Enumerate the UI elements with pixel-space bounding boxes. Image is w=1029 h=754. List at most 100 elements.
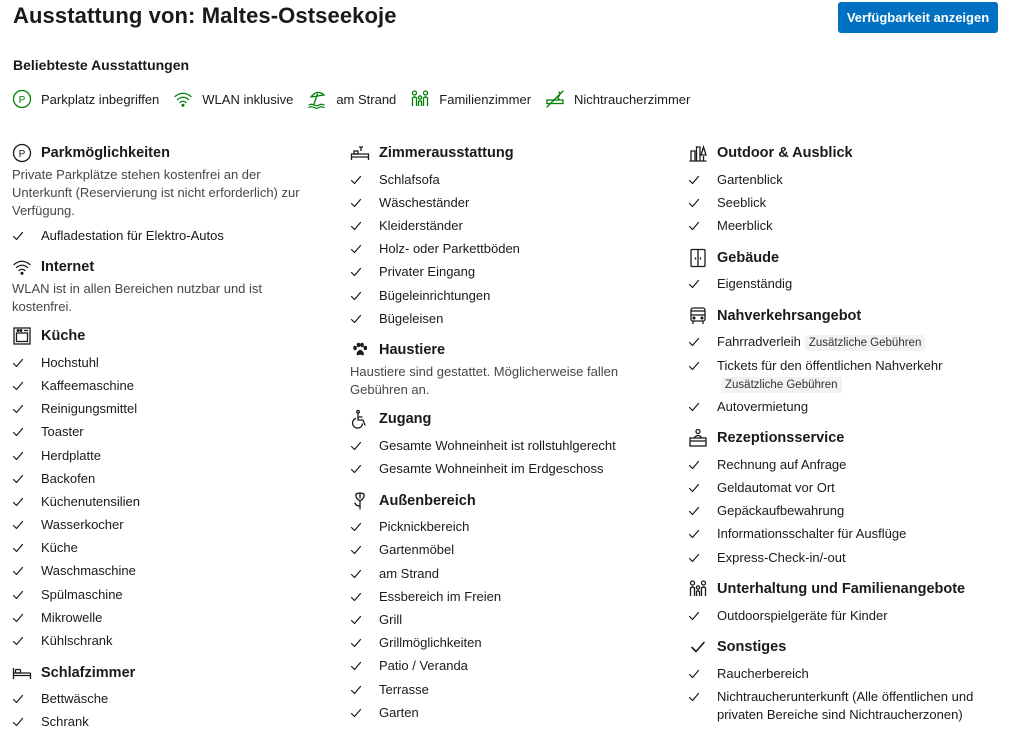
popular-item-wifi: WLAN inklusive bbox=[173, 89, 293, 109]
facility-item: Reinigungsmittel bbox=[12, 398, 312, 421]
facility-item: Gartenmöbel bbox=[350, 539, 650, 562]
bus-icon bbox=[690, 307, 706, 324]
facility-item-text: Autovermietung bbox=[717, 398, 809, 414]
facility-item: Gartenblick bbox=[688, 168, 988, 191]
show-availability-button[interactable]: Verfügbarkeit anzeigen bbox=[838, 2, 998, 33]
popular-facilities-list: P Parkplatz inbegriffen WLAN inklusive a… bbox=[12, 89, 704, 109]
city-view-icon bbox=[689, 144, 707, 162]
section-title: Haustiere bbox=[379, 342, 446, 359]
checkmark-icon bbox=[12, 695, 24, 704]
facility-item-label: Mikrowelle bbox=[41, 609, 103, 625]
section-transport: Nahverkehrsangebot Fahrradverleih Zusätzl… bbox=[688, 305, 988, 419]
section-entertainment: Unterhaltung und Familienangebote Outdoo… bbox=[688, 578, 988, 627]
svg-text:P: P bbox=[19, 149, 26, 160]
section-pets: Haustiere Haustiere sind gestattet. Mögl… bbox=[350, 339, 650, 399]
facility-item: Mikrowelle bbox=[12, 606, 312, 629]
wifi-icon bbox=[13, 260, 31, 276]
checkmark-icon bbox=[350, 314, 362, 323]
facility-item: Kaffeemaschine bbox=[12, 374, 312, 397]
section-title: Internet bbox=[41, 259, 95, 276]
facility-item: Spülmaschine bbox=[12, 583, 312, 606]
svg-text:P: P bbox=[19, 95, 26, 106]
checkmark-icon bbox=[350, 662, 362, 671]
facility-item-label: Meerblick bbox=[717, 217, 773, 233]
facility-item-label: Garten bbox=[379, 704, 419, 720]
section-title: Schlafzimmer bbox=[41, 664, 136, 681]
checkmark-icon bbox=[688, 402, 700, 411]
facility-item: Kleiderständer bbox=[350, 214, 650, 237]
checkmark-icon bbox=[688, 221, 700, 231]
facility-item-label: Aufladestation für Elektro-Autos bbox=[41, 227, 224, 243]
checkmark-icon bbox=[12, 718, 24, 727]
facility-item: Schlafsofa bbox=[350, 168, 650, 191]
facility-item: Geldautomat vor Ort bbox=[688, 477, 988, 500]
facility-item: am Strand bbox=[350, 562, 650, 585]
checkmark-icon bbox=[350, 268, 362, 277]
facility-item-label: Gesamte Wohneinheit im Erdgeschoss bbox=[379, 461, 604, 477]
room-amenities-icon bbox=[350, 146, 370, 160]
popular-facilities-title: Beliebteste Ausstattungen bbox=[13, 57, 190, 73]
checkmark-icon bbox=[688, 361, 700, 370]
facility-item-label: Seeblick bbox=[717, 194, 767, 210]
facility-item: Kühlschrank bbox=[12, 629, 312, 652]
no-smoking-icon bbox=[546, 90, 564, 108]
checkmark-icon bbox=[12, 428, 24, 437]
reception-icon bbox=[689, 429, 707, 447]
checkmark-icon bbox=[350, 546, 362, 555]
facility-item: Herdplatte bbox=[12, 444, 312, 467]
facility-item-label: Bügeleinrichtungen bbox=[379, 287, 491, 303]
checkmark-icon bbox=[12, 567, 24, 576]
facility-item-label: Nichtraucherunterkunft (Alle öffentliche… bbox=[717, 689, 974, 723]
section-parking: P Parkmöglichkeiten Private Parkplätze st… bbox=[12, 142, 312, 247]
section-title: Unterhaltung und Familienangebote bbox=[717, 581, 966, 598]
section-description: Haustiere sind gestattet. Möglicherweise… bbox=[350, 364, 619, 398]
section-internet: Internet WLAN ist in allen Bereichen nut… bbox=[12, 256, 312, 316]
facility-item-label: Spülmaschine bbox=[41, 586, 123, 602]
bed-icon bbox=[12, 667, 32, 679]
facility-item: Essbereich im Freien bbox=[350, 585, 650, 608]
facility-item-label: Gepäckaufbewahrung bbox=[717, 503, 845, 519]
checkmark-icon bbox=[688, 553, 700, 562]
facility-item-label: Eigenständig bbox=[717, 276, 793, 292]
kitchen-icon bbox=[13, 327, 31, 345]
facility-item-text: Tickets für den öffentlichen Nahverkehr bbox=[717, 357, 943, 373]
facility-item: Küche bbox=[12, 537, 312, 560]
facility-item-label: am Strand bbox=[379, 565, 439, 581]
section-access: Zugang Gesamte Wohneinheit ist rollstuhl… bbox=[350, 408, 650, 480]
facility-item: Gesamte Wohneinheit im Erdgeschoss bbox=[350, 458, 650, 481]
facility-item: Seeblick bbox=[688, 191, 988, 214]
facility-item: Waschmaschine bbox=[12, 560, 312, 583]
facility-item: Fahrradverleih Zusätzliche Gebühren bbox=[688, 331, 988, 354]
checkmark-icon bbox=[12, 497, 24, 507]
checkmark-icon bbox=[12, 405, 24, 414]
facilities-column-2: Zimmerausstattung Schlafsofa Wäschestände… bbox=[350, 142, 650, 733]
facility-item-label: Essbereich im Freien bbox=[379, 588, 502, 604]
section-room: Zimmerausstattung Schlafsofa Wäschestände… bbox=[350, 142, 650, 330]
checkmark-icon bbox=[350, 464, 362, 474]
facility-item-label: Raucherbereich bbox=[717, 666, 809, 682]
facility-item-label: Küchenutensilien bbox=[41, 493, 141, 509]
checkmark-icon bbox=[350, 198, 362, 207]
extra-charge-badge: Zusätzliche Gebühren bbox=[804, 335, 926, 352]
facility-item: Gesamte Wohneinheit ist rollstuhlgerecht bbox=[350, 434, 650, 457]
checkmark-icon bbox=[12, 590, 24, 599]
facility-item-label: Reinigungsmittel bbox=[41, 401, 138, 417]
section-view: Outdoor & Ausblick Gartenblick Seeblick Me… bbox=[688, 142, 988, 238]
facility-item: Gepäckaufbewahrung bbox=[688, 500, 988, 523]
checkmark-icon bbox=[12, 636, 24, 646]
checkmark-icon bbox=[12, 474, 24, 483]
section-reception: Rezeptionsservice Rechnung auf Anfrage Ge… bbox=[688, 427, 988, 569]
facility-item: Picknickbereich bbox=[350, 516, 650, 539]
section-title: Zimmerausstattung bbox=[379, 145, 514, 161]
facility-item: Patio / Veranda bbox=[350, 655, 650, 678]
facility-item-label: Schrank bbox=[41, 714, 89, 730]
facility-item-label: Bügeleisen bbox=[379, 310, 444, 326]
page-title: Ausstattung von: Maltes-Ostseekoje bbox=[13, 3, 397, 28]
checkmark-icon bbox=[688, 611, 700, 620]
checkmark-icon bbox=[350, 221, 362, 231]
section-title: Sonstiges bbox=[717, 639, 787, 656]
popular-item-label: Parkplatz inbegriffen bbox=[41, 91, 160, 107]
popular-item-beach: am Strand bbox=[307, 89, 396, 109]
section-title: Outdoor & Ausblick bbox=[717, 145, 853, 161]
facility-item-label: Express-Check-in/-out bbox=[717, 549, 846, 565]
